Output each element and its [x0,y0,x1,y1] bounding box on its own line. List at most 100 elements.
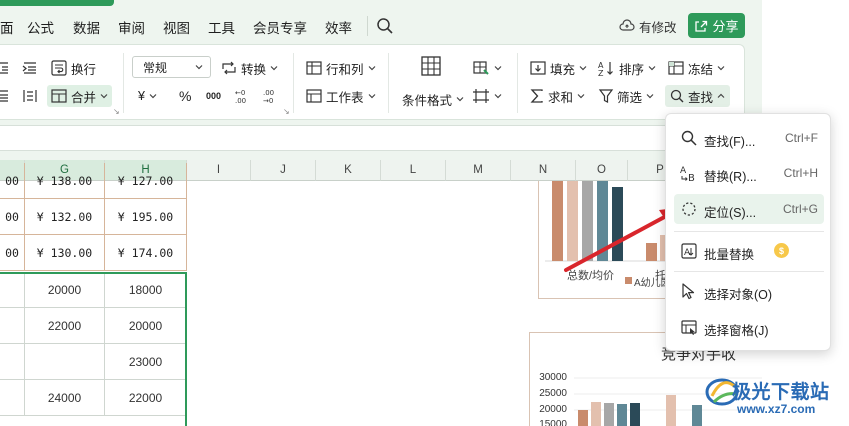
menu-item-select-objects[interactable]: 选择对象(O) [674,276,824,306]
table-cell[interactable]: 00 [0,235,25,271]
number-format-select[interactable]: 常规 [132,56,211,78]
menu-tools[interactable]: 工具 [208,17,235,37]
share-button[interactable]: 分享 [688,13,745,38]
column-header-j[interactable]: J [251,160,316,181]
search-icon [681,130,697,146]
menu-item-batch-replace[interactable]: A 批量替换 $ [674,236,824,266]
menu-item-goto[interactable]: 定位(S)... Ctrl+G [674,194,824,224]
decrease-decimal-button[interactable]: .00 →0 [262,85,280,107]
cell-style-button[interactable] [472,57,503,79]
rows-columns-button[interactable]: 行和列 [305,57,377,79]
menu-item-shortcut: Ctrl+F [785,131,818,145]
menu-item-replace[interactable]: AB 替换(R)... Ctrl+H [674,158,824,188]
menu-formulas[interactable]: 公式 [27,17,54,37]
svg-text:B: B [688,173,695,182]
menu-efficiency[interactable]: 效率 [325,17,352,37]
column-header-m[interactable]: M [446,160,511,181]
chart2-bar [630,403,640,426]
table-cell[interactable]: 24000 [25,380,105,416]
cloud-icon [619,19,635,31]
group-launcher-icon[interactable]: ↘ [283,107,290,116]
menu-member[interactable]: 会员专享 [253,17,307,37]
table-cell[interactable]: 22000 [105,380,187,416]
ribbon-divider [517,53,518,113]
table-cell[interactable] [0,344,25,380]
worksheet-label: 工作表 [326,90,364,105]
chevron-down-icon [646,94,654,99]
chevron-down-icon[interactable] [99,91,109,101]
table-cell[interactable] [0,308,25,344]
search-icon[interactable] [374,15,396,37]
menu-data[interactable]: 数据 [73,17,100,37]
sort-icon: AZ [598,61,613,76]
table-cell[interactable] [25,344,105,380]
worksheet-icon [306,89,322,103]
formula-bar[interactable] [0,125,762,151]
table-cell[interactable]: 20000 [105,308,187,344]
chevron-down-icon [494,66,502,71]
table-cell[interactable]: 00 [0,199,25,235]
column-header-o[interactable]: O [576,160,628,181]
thousands-separator-button[interactable]: 000 [206,85,221,107]
freeze-panes-button[interactable]: 冻结 [667,57,726,79]
spreadsheet-window: 面 公式 数据 审阅 视图 工具 会员专享 效率 有修改 分享 换行 合并 ↘ … [0,0,762,426]
merge-cells-button[interactable]: 合并 [47,85,113,107]
menu-item-shortcut: Ctrl+G [782,202,818,216]
table-cell[interactable]: ¥ 138.00 [25,163,105,199]
indent-increase-button[interactable] [22,57,38,79]
increase-decimal-button[interactable]: ←0.00 [234,85,252,107]
indent-decrease-button[interactable] [0,57,10,79]
table-cell[interactable] [0,272,25,308]
table-cell[interactable]: 23000 [105,344,187,380]
sort-button[interactable]: AZ 排序 [598,57,657,79]
percent-button[interactable]: % [179,85,191,107]
search-icon [670,89,684,103]
share-label: 分享 [712,19,739,34]
table-cell[interactable]: ¥ 132.00 [25,199,105,235]
menu-page-layout[interactable]: 面 [0,17,14,37]
distribute-button[interactable] [22,85,38,107]
worksheet-button[interactable]: 工作表 [305,85,377,107]
column-header-l[interactable]: L [381,160,446,181]
menu-divider [674,231,824,232]
chart1-bar [612,187,623,261]
menu-view[interactable]: 视图 [163,17,190,37]
percent-symbol: % [179,88,192,104]
group-launcher-icon[interactable]: ↘ [113,107,120,116]
table-cell[interactable]: 22000 [25,308,105,344]
fill-button[interactable]: 填充 [529,57,588,79]
borders-button[interactable] [472,85,503,107]
menu-review[interactable]: 审阅 [118,17,145,37]
align-lines-button[interactable] [0,85,10,107]
wrap-text-button[interactable]: 换行 [50,57,96,79]
filter-button[interactable]: 筛选 [598,85,655,107]
table-cell[interactable]: ¥ 195.00 [105,199,187,235]
currency-button[interactable]: ¥ [138,85,158,107]
conditional-format-icon[interactable] [420,55,442,77]
active-tab-indicator [0,0,114,6]
autosum-button[interactable]: 求和 [529,85,586,107]
convert-button[interactable]: 转换 [220,57,279,79]
svg-text:→0: →0 [263,97,273,104]
table-cell[interactable]: 18000 [105,272,187,308]
table-cell[interactable]: ¥ 130.00 [25,235,105,271]
indent-decrease-icon [0,62,8,74]
conditional-format-button[interactable]: 条件格式 [402,88,465,110]
find-button[interactable]: 查找 [665,85,731,107]
menu-item-find[interactable]: 查找(F)... Ctrl+F [674,123,824,153]
menu-item-selection-pane[interactable]: 选择窗格(J) [674,312,824,342]
embedded-chart-1[interactable]: 总数/均价 托 A幼儿园 [538,181,668,299]
column-header-i[interactable]: I [187,160,251,181]
selection-pane-icon [681,320,697,335]
table-cell[interactable]: ¥ 127.00 [105,163,187,199]
table-cell[interactable]: 00 [0,163,25,199]
column-header-k[interactable]: K [316,160,381,181]
modify-status[interactable]: 有修改 [619,16,677,36]
wrap-text-icon [51,60,67,76]
convert-icon [222,61,236,75]
column-header-n[interactable]: N [511,160,576,181]
table-cell[interactable] [0,380,25,416]
table-cell[interactable]: ¥ 174.00 [105,235,187,271]
align-lines-icon [0,90,8,102]
table-cell[interactable]: 20000 [25,272,105,308]
